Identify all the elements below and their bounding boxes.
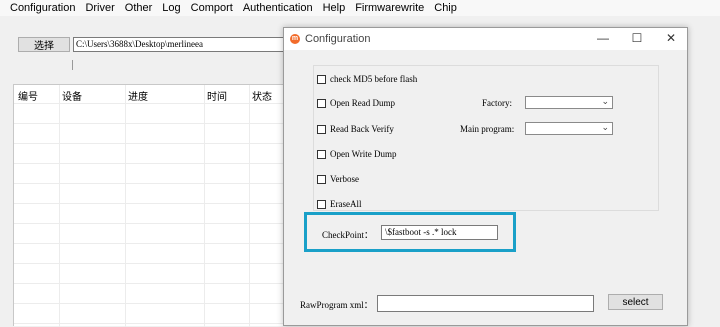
checkpoint-input[interactable]: \$fastboot -s .* lock — [381, 225, 498, 240]
grid-column-divider — [204, 85, 205, 327]
column-header-device[interactable]: 设备 — [62, 88, 82, 103]
menu-comport[interactable]: Comport — [186, 0, 238, 16]
grid-row-divider — [14, 203, 294, 204]
open-read-dump-checkbox[interactable] — [317, 98, 326, 108]
maximize-icon[interactable]: ☐ — [630, 31, 644, 45]
erase-all-label: EraseAll — [330, 199, 362, 209]
open-write-dump-label: Open Write Dump — [330, 149, 397, 159]
grid-column-divider — [249, 85, 250, 327]
rawprogram-input[interactable] — [377, 295, 594, 312]
device-grid: 编号 设备 进度 时间 状态 — [13, 84, 294, 327]
dialog-title: Configuration — [305, 33, 371, 45]
grid-column-divider — [59, 85, 60, 327]
grid-row-divider — [14, 103, 294, 104]
menu-firmwarewrite[interactable]: Firmwarewrite — [350, 0, 429, 16]
menu-chip[interactable]: Chip — [429, 0, 462, 16]
menu-help[interactable]: Help — [318, 0, 351, 16]
select-folder-button[interactable]: 选择 — [18, 37, 70, 52]
grid-column-divider — [125, 85, 126, 327]
check-md5-checkbox[interactable] — [317, 74, 326, 84]
select-rawprogram-button[interactable]: select — [608, 294, 663, 310]
main-program-select[interactable]: ⌄ — [525, 122, 613, 135]
rawprogram-label: RawProgram xml： — [300, 300, 373, 310]
check-md5-label: check MD5 before flash — [330, 74, 418, 84]
app-logo-icon: m — [290, 34, 300, 44]
grid-row-divider — [14, 183, 294, 184]
chevron-down-icon: ⌄ — [601, 122, 609, 132]
menu-bar: Configuration Driver Other Log Comport A… — [0, 0, 720, 16]
column-header-id[interactable]: 编号 — [18, 88, 38, 103]
grid-header: 编号 设备 进度 时间 状态 — [14, 85, 294, 103]
menu-other[interactable]: Other — [120, 0, 158, 16]
check-md5-option[interactable]: check MD5 before flash — [317, 74, 417, 84]
column-header-status[interactable]: 状态 — [252, 88, 272, 103]
verbose-label: Verbose — [330, 174, 359, 184]
toolbar-divider — [72, 60, 73, 70]
factory-label: Factory: — [482, 98, 512, 108]
grid-row-divider — [14, 303, 294, 304]
open-write-dump-option[interactable]: Open Write Dump — [317, 149, 396, 159]
menu-authentication[interactable]: Authentication — [238, 0, 318, 16]
grid-row-divider — [14, 163, 294, 164]
open-read-dump-option[interactable]: Open Read Dump — [317, 98, 395, 108]
erase-all-option[interactable]: EraseAll — [317, 199, 362, 209]
main-program-label: Main program: — [460, 124, 515, 134]
menu-driver[interactable]: Driver — [80, 0, 119, 16]
read-back-verify-option[interactable]: Read Back Verify — [317, 124, 394, 134]
close-icon[interactable]: ✕ — [664, 31, 678, 45]
dialog-titlebar[interactable]: m Configuration — ☐ ✕ — [284, 28, 687, 50]
grid-row-divider — [14, 143, 294, 144]
column-header-progress[interactable]: 进度 — [128, 88, 148, 103]
grid-row-divider — [14, 243, 294, 244]
grid-row-divider — [14, 283, 294, 284]
grid-row-divider — [14, 263, 294, 264]
open-write-dump-checkbox[interactable] — [317, 149, 326, 159]
verbose-option[interactable]: Verbose — [317, 174, 359, 184]
erase-all-checkbox[interactable] — [317, 199, 326, 209]
configuration-dialog: m Configuration — ☐ ✕ check MD5 before f… — [283, 27, 688, 326]
grid-row-divider — [14, 123, 294, 124]
factory-select[interactable]: ⌄ — [525, 96, 613, 109]
read-back-verify-checkbox[interactable] — [317, 124, 326, 134]
path-input[interactable]: C:\Users\3688x\Desktop\merlineea — [73, 37, 293, 52]
checkpoint-label: CheckPoint： — [322, 230, 373, 240]
open-read-dump-label: Open Read Dump — [330, 98, 395, 108]
grid-row-divider — [14, 323, 294, 324]
read-back-verify-label: Read Back Verify — [330, 124, 394, 134]
column-header-time[interactable]: 时间 — [207, 88, 227, 103]
grid-row-divider — [14, 223, 294, 224]
menu-log[interactable]: Log — [157, 0, 185, 16]
minimize-icon[interactable]: — — [596, 31, 610, 45]
chevron-down-icon: ⌄ — [601, 96, 609, 106]
verbose-checkbox[interactable] — [317, 174, 326, 184]
menu-configuration[interactable]: Configuration — [0, 0, 80, 16]
options-group — [313, 65, 659, 211]
